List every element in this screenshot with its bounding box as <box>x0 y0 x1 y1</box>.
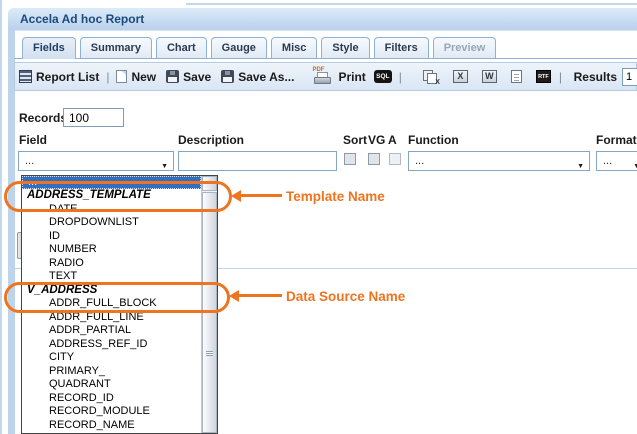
dropdown-option[interactable]: QUADRANT <box>22 378 201 392</box>
save-button[interactable]: Save <box>166 70 211 84</box>
format-combobox[interactable]: ... <box>596 151 637 171</box>
xml-export-icon: X <box>423 70 439 84</box>
function-combobox[interactable]: ... <box>408 151 590 171</box>
printer-body <box>314 77 331 84</box>
description-header: Description <box>178 133 244 147</box>
records-input[interactable] <box>63 108 124 127</box>
dropdown-option[interactable]: DROPDOWNLIST <box>22 216 201 230</box>
dropdown-option[interactable]: CITY <box>22 351 201 365</box>
dropdown-option[interactable]: ID <box>22 230 201 244</box>
text-file-icon <box>511 70 522 83</box>
a-checkbox[interactable] <box>389 153 401 165</box>
window-title: Accela Ad hoc Report <box>20 12 144 26</box>
tab-bar: Fields Summary Chart Gauge Misc Style Fi… <box>22 37 496 59</box>
toolbar: Report List | New Save Save As... PDF Pr… <box>14 62 637 91</box>
results-label: Results <box>574 70 617 84</box>
function-header: Function <box>408 133 459 147</box>
description-input[interactable] <box>178 151 337 171</box>
page-left-edge <box>0 0 2 434</box>
tab-summary[interactable]: Summary <box>80 37 152 58</box>
records-label: Records <box>19 111 67 125</box>
page-top-edge <box>186 3 637 5</box>
a-header: A <box>388 133 397 147</box>
dropdown-option[interactable]: RECORD_MODULE <box>22 405 201 419</box>
dropdown-option[interactable]: RADIO <box>22 257 201 271</box>
excel-icon: X <box>453 70 468 83</box>
save-as-icon <box>221 70 234 83</box>
dropdown-option[interactable]: ADDR_PARTIAL <box>22 324 201 338</box>
tab-misc[interactable]: Misc <box>271 37 317 58</box>
dropdown-option[interactable]: NUMBER <box>22 243 201 257</box>
export-xml-button[interactable]: X <box>423 70 439 84</box>
tab-style[interactable]: Style <box>321 37 369 58</box>
print-button[interactable]: PDF Print <box>312 68 365 86</box>
screen: Accela Ad hoc Report Fields Summary Char… <box>0 0 637 434</box>
field-header: Field <box>19 133 47 147</box>
scroll-thumb-grip <box>206 351 213 356</box>
print-pdf-icon: PDF <box>312 68 334 86</box>
report-list-icon <box>19 70 32 83</box>
template-name-annotation: Template Name <box>286 189 385 204</box>
tab-filters[interactable]: Filters <box>374 37 429 58</box>
template-name-arrow-line <box>240 194 282 197</box>
export-word-button[interactable]: W <box>482 70 497 83</box>
dropdown-option[interactable]: RECORD_NAME <box>22 419 201 433</box>
report-list-label: Report List <box>36 70 99 84</box>
vg-checkbox[interactable] <box>368 153 380 165</box>
format-header: Format <box>596 133 637 147</box>
sql-button[interactable]: SQL <box>374 70 392 83</box>
tab-gauge[interactable]: Gauge <box>211 37 267 58</box>
toolbar-separator: | <box>106 70 109 84</box>
report-list-button[interactable]: Report List <box>19 70 99 84</box>
data-source-name-arrow-line <box>238 294 282 297</box>
export-text-button[interactable] <box>511 70 522 83</box>
export-x-mark: X <box>435 79 440 86</box>
dropdown-option[interactable]: RECORD_ID <box>22 392 201 406</box>
tab-fields[interactable]: Fields <box>22 37 76 59</box>
export-rtf-button[interactable]: RTF <box>536 70 551 83</box>
print-label: Print <box>338 70 365 84</box>
export-excel-button[interactable]: X <box>453 70 468 83</box>
dropdown-option[interactable]: ADDRESS_REF_ID <box>22 338 201 352</box>
sort-header: Sort <box>343 133 367 147</box>
vg-header: VG <box>368 133 385 147</box>
data-source-name-annotation: Data Source Name <box>286 289 405 304</box>
save-icon <box>166 70 179 83</box>
sql-icon: SQL <box>374 70 392 83</box>
save-as-button[interactable]: Save As... <box>221 70 294 84</box>
sort-checkbox[interactable] <box>344 153 356 165</box>
field-combobox[interactable]: ... <box>18 151 174 171</box>
data-source-name-callout-oval <box>4 282 230 313</box>
new-button[interactable]: New <box>116 70 156 84</box>
results-input[interactable] <box>622 68 637 86</box>
new-label: New <box>131 70 156 84</box>
results-group: Results <box>574 68 637 86</box>
tab-preview: Preview <box>433 37 497 58</box>
template-name-callout-oval <box>4 181 232 212</box>
window-titlebar: Accela Ad hoc Report <box>8 8 637 30</box>
word-icon: W <box>482 70 497 83</box>
dropdown-option[interactable]: PRIMARY_ <box>22 365 201 379</box>
rtf-icon: RTF <box>536 70 551 83</box>
new-document-icon <box>116 70 127 83</box>
save-label: Save <box>183 70 211 84</box>
save-as-label: Save As... <box>238 70 294 84</box>
toolbar-separator: | <box>559 70 562 84</box>
toolbar-separator: | <box>399 70 402 84</box>
tab-chart[interactable]: Chart <box>156 37 207 58</box>
